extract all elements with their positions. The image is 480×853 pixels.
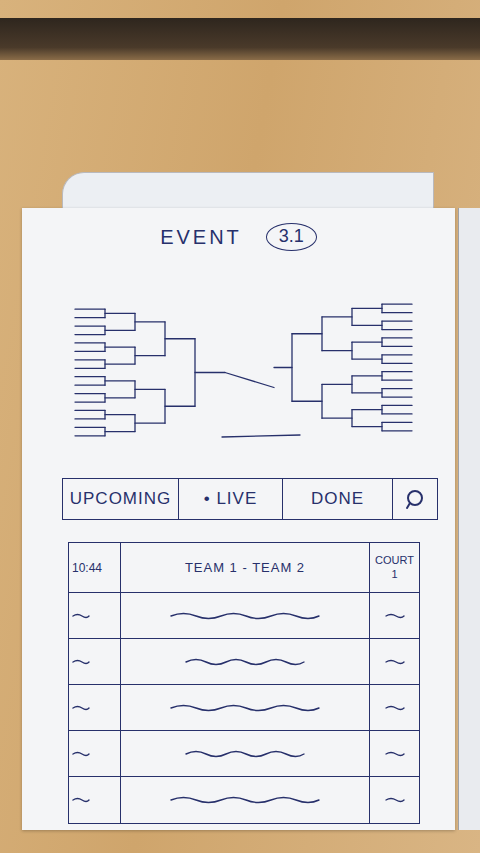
back-sheet [62,172,434,208]
title-row: EVENT 3.1 [22,220,455,254]
match-court [369,685,419,730]
match-time: 10:44 [69,543,121,592]
match-court [369,639,419,684]
match-teams [121,593,369,638]
tab[interactable]: DONE [283,479,393,519]
search-icon [404,488,426,510]
tournament-bracket [22,284,455,454]
court-placeholder [385,749,405,759]
match-time [69,731,121,776]
tab-bar: UPCOMING • LIVE DONE [62,478,438,520]
match-teams [121,731,369,776]
court-placeholder [385,611,405,621]
tab-label: DONE [311,486,364,512]
match-teams: TEAM 1 - TEAM 2 [121,543,369,592]
time-placeholder [72,703,90,713]
tab[interactable]: UPCOMING [63,479,179,519]
tab-label: UPCOMING [70,486,172,512]
match-time [69,685,121,730]
tab[interactable]: • LIVE [179,479,283,519]
search-button[interactable] [393,479,437,519]
teams-label: TEAM 1 - TEAM 2 [185,558,305,578]
time-placeholder [72,611,90,621]
time-placeholder [72,795,90,805]
match-teams [121,685,369,730]
sheet-row: EVENT 3.1 UPCOMING • LIVE DONE 10:44 TEAM 1 - … [0,208,480,830]
court-placeholder [385,657,405,667]
time-placeholder [72,749,90,759]
match-time [69,639,121,684]
teams-placeholder [170,793,320,807]
teams-placeholder [185,655,305,669]
side-sheet [458,208,480,830]
court-placeholder [385,703,405,713]
match-court [369,731,419,776]
match-row[interactable] [69,777,419,823]
desk-surface [0,60,480,172]
match-court: COURT 1 [369,543,419,592]
tab-label: • LIVE [204,486,258,512]
match-teams [121,777,369,823]
event-title: EVENT [160,222,242,252]
front-sheet: EVENT 3.1 UPCOMING • LIVE DONE 10:44 TEAM 1 - … [22,208,455,830]
match-time [69,593,121,638]
teams-placeholder [170,609,320,623]
shadow-strip [0,18,480,60]
match-time [69,777,121,823]
match-row[interactable] [69,685,419,731]
desk-edge [0,0,480,18]
match-teams [121,639,369,684]
court-label: COURT 1 [372,554,417,580]
time-label: 10:44 [72,559,102,577]
court-placeholder [385,795,405,805]
match-row[interactable] [69,731,419,777]
match-row[interactable] [69,639,419,685]
match-row[interactable] [69,593,419,639]
match-court [369,593,419,638]
match-list: 10:44 TEAM 1 - TEAM 2 COURT 1 [68,542,420,824]
match-court [369,777,419,823]
match-row[interactable]: 10:44 TEAM 1 - TEAM 2 COURT 1 [69,543,419,593]
teams-placeholder [185,747,305,761]
teams-placeholder [170,701,320,715]
page-number: 3.1 [266,223,317,251]
time-placeholder [72,657,90,667]
desk: EVENT 3.1 UPCOMING • LIVE DONE 10:44 TEAM 1 - … [0,0,480,830]
